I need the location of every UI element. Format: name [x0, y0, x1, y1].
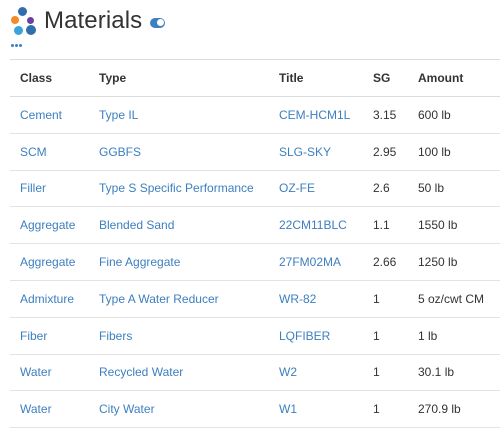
type-link[interactable]: Fibers — [89, 317, 269, 355]
sg-value: 2.66 — [363, 243, 408, 281]
column-header-amount: Amount — [408, 59, 500, 97]
title-link[interactable]: CEM-HCM1L — [269, 96, 363, 134]
table-row: Filler Type S Specific Performance OZ-FE… — [10, 170, 500, 208]
toggle-icon[interactable] — [150, 17, 166, 28]
class-link[interactable]: Water — [10, 354, 89, 392]
class-link[interactable]: Cement — [10, 96, 89, 134]
sg-value: 1 — [363, 280, 408, 318]
materials-logo-icon — [10, 7, 38, 35]
class-link[interactable]: Water — [10, 390, 89, 428]
sg-value: 1 — [363, 317, 408, 355]
more-dots-icon[interactable] — [11, 44, 22, 47]
type-link[interactable]: Type S Specific Performance — [89, 170, 269, 208]
column-header-title: Title — [269, 59, 363, 97]
title-link[interactable]: W1 — [269, 390, 363, 428]
amount-value: 600 lb — [408, 96, 500, 134]
table-header-row: Class Type Title SG Amount — [10, 59, 500, 97]
class-link[interactable]: Fiber — [10, 317, 89, 355]
table-row: Fiber Fibers LQFIBER 1 1 lb — [10, 317, 500, 355]
type-link[interactable]: GGBFS — [89, 133, 269, 171]
class-link[interactable]: Filler — [10, 170, 89, 208]
title-link[interactable]: 27FM02MA — [269, 243, 363, 281]
sg-value: 2.6 — [363, 170, 408, 208]
amount-value: 100 lb — [408, 133, 500, 171]
type-link[interactable]: Recycled Water — [89, 354, 269, 392]
table-row: Water Recycled Water W2 1 30.1 lb — [10, 354, 500, 392]
amount-value: 1250 lb — [408, 243, 500, 281]
class-link[interactable]: Aggregate — [10, 243, 89, 281]
title-link[interactable]: OZ-FE — [269, 170, 363, 208]
sg-value: 1.1 — [363, 206, 408, 245]
sg-value: 3.15 — [363, 96, 408, 134]
sg-value: 1 — [363, 354, 408, 392]
type-link[interactable]: Type A Water Reducer — [89, 280, 269, 318]
materials-table: Class Type Title SG Amount Cement Type I… — [10, 59, 500, 428]
page-header: Materials — [10, 6, 166, 36]
title-link[interactable]: W2 — [269, 354, 363, 392]
column-header-type: Type — [89, 59, 269, 97]
column-header-class: Class — [10, 59, 89, 97]
title-link[interactable]: WR-82 — [269, 280, 363, 318]
amount-value: 5 oz/cwt CM — [408, 280, 500, 318]
type-link[interactable]: Type IL — [89, 96, 269, 134]
class-link[interactable]: SCM — [10, 133, 89, 171]
table-row: Admixture Type A Water Reducer WR-82 1 5… — [10, 280, 500, 318]
title-link[interactable]: 22CM11BLC — [269, 206, 363, 245]
class-link[interactable]: Admixture — [10, 280, 89, 318]
amount-value: 50 lb — [408, 170, 500, 208]
sg-value: 2.95 — [363, 133, 408, 171]
amount-value: 30.1 lb — [408, 354, 500, 392]
type-link[interactable]: Blended Sand — [89, 206, 269, 245]
table-row: SCM GGBFS SLG-SKY 2.95 100 lb — [10, 133, 500, 171]
sg-value: 1 — [363, 390, 408, 428]
table-row: Aggregate Blended Sand 22CM11BLC 1.1 155… — [10, 206, 500, 245]
class-link[interactable]: Aggregate — [10, 206, 89, 245]
table-row: Cement Type IL CEM-HCM1L 3.15 600 lb — [10, 96, 500, 134]
column-header-sg: SG — [363, 59, 408, 97]
type-link[interactable]: City Water — [89, 390, 269, 428]
title-link[interactable]: SLG-SKY — [269, 133, 363, 171]
amount-value: 1550 lb — [408, 206, 500, 245]
table-row: Aggregate Fine Aggregate 27FM02MA 2.66 1… — [10, 243, 500, 281]
type-link[interactable]: Fine Aggregate — [89, 243, 269, 281]
title-link[interactable]: LQFIBER — [269, 317, 363, 355]
amount-value: 270.9 lb — [408, 390, 500, 428]
table-row: Water City Water W1 1 270.9 lb — [10, 390, 500, 428]
amount-value: 1 lb — [408, 317, 500, 355]
page-title: Materials — [44, 7, 143, 34]
